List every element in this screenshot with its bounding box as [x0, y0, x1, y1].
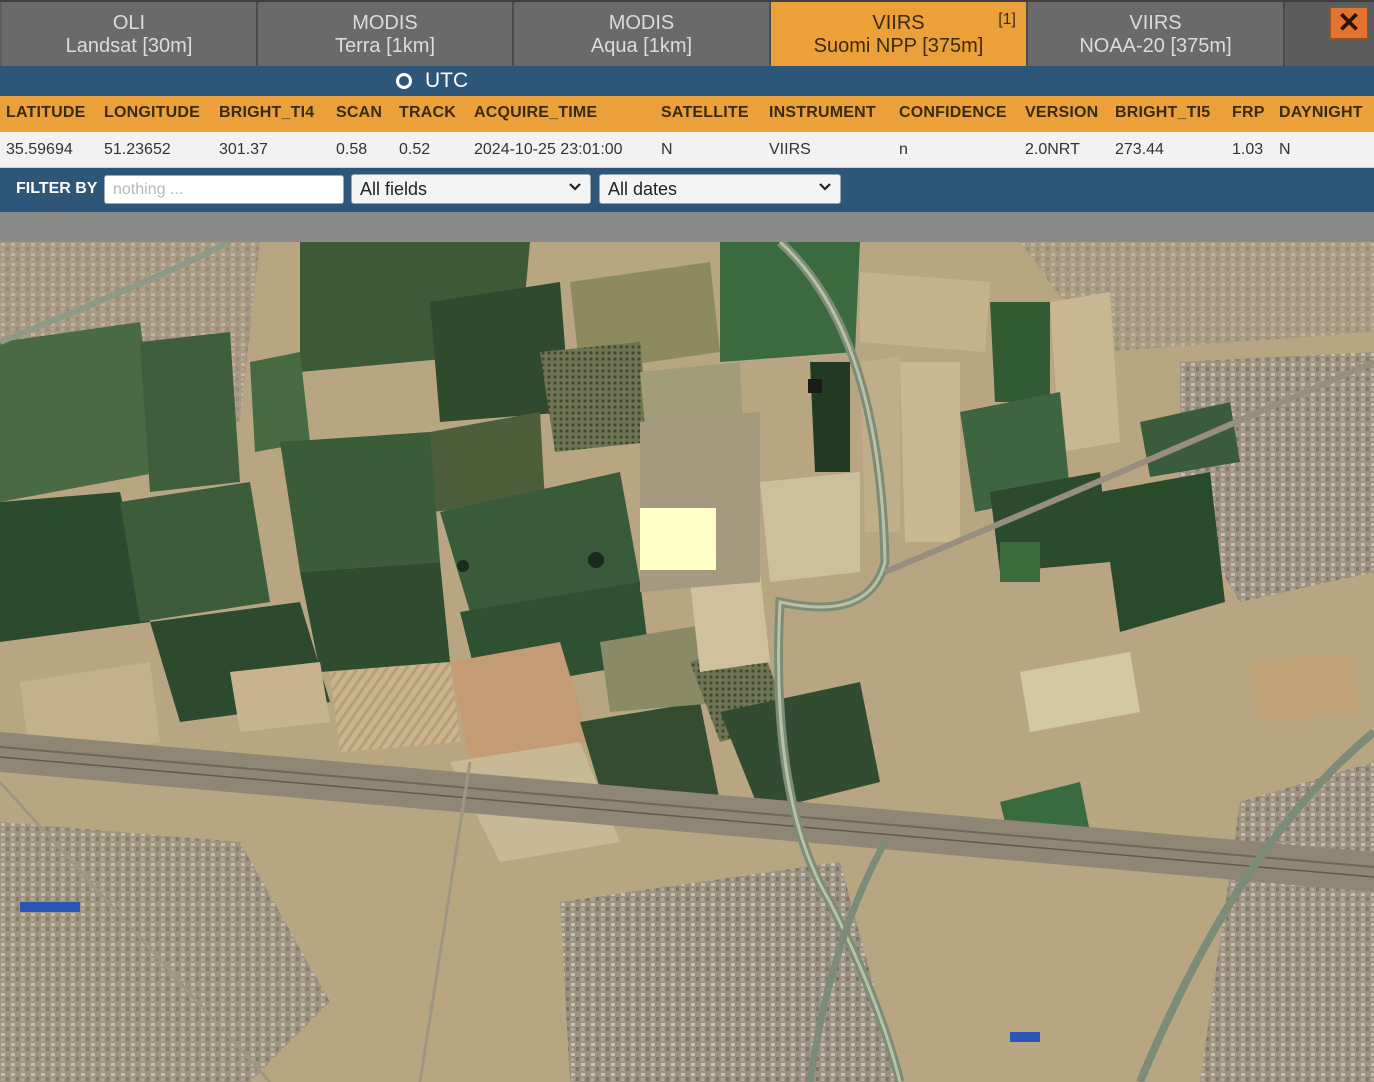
blue-roof-building [20, 902, 80, 912]
column-header-acquire-time[interactable]: ACQUIRE_TIME [474, 104, 597, 122]
result-count-badge: [1] [998, 11, 1016, 28]
tab-modis-aqua[interactable]: MODIS Aqua [1km] [514, 2, 771, 66]
cell-instrument: VIIRS [769, 141, 811, 158]
column-header-scan[interactable]: SCAN [336, 104, 382, 122]
tab-subtitle: NOAA-20 [375m] [1079, 35, 1232, 57]
cell-daynight: N [1279, 141, 1291, 158]
filter-by-label: FILTER BY [16, 180, 98, 197]
satellite-tab-bar: OLI Landsat [30m] MODIS Terra [1km] MODI… [0, 0, 1374, 66]
tab-title: VIIRS [1129, 12, 1182, 34]
cell-scan: 0.58 [336, 141, 368, 158]
fire-detection-marker[interactable] [640, 508, 716, 570]
cell-confidence: n [899, 141, 908, 158]
utc-label: UTC [425, 69, 469, 92]
date-select[interactable]: All dates [599, 174, 841, 204]
column-header-track[interactable]: TRACK [399, 104, 456, 122]
tab-subtitle: Landsat [30m] [65, 35, 193, 57]
cell-bright-ti4: 301.37 [219, 141, 268, 158]
satellite-map[interactable] [0, 242, 1374, 1082]
cell-latitude: 35.59694 [6, 141, 73, 158]
column-header-bright-ti4[interactable]: BRIGHT_TI4 [219, 104, 314, 122]
column-header-latitude[interactable]: LATITUDE [6, 104, 86, 122]
tab-subtitle: Terra [1km] [334, 35, 436, 57]
cell-acquire-time: 2024-10-25 23:01:00 [474, 141, 623, 158]
cell-longitude: 51.23652 [104, 141, 171, 158]
column-header-frp[interactable]: FRP [1232, 104, 1265, 122]
timezone-bar: UTC [0, 66, 1374, 96]
chevron-down-icon [819, 183, 831, 191]
column-header-daynight[interactable]: DAYNIGHT [1279, 104, 1363, 122]
tab-modis-terra[interactable]: MODIS Terra [1km] [258, 2, 514, 66]
satellite-imagery [0, 242, 1374, 1082]
cell-satellite: N [661, 141, 673, 158]
filter-bar: FILTER BY All fields All dates [0, 168, 1374, 212]
column-header-longitude[interactable]: LONGITUDE [104, 104, 200, 122]
tab-title: MODIS [608, 12, 675, 34]
tab-oli-landsat[interactable]: OLI Landsat [30m] [2, 2, 258, 66]
tab-title: OLI [112, 12, 146, 34]
tab-viirs-noaa-20[interactable]: VIIRS NOAA-20 [375m] [1028, 2, 1285, 66]
panel-divider [0, 212, 1374, 242]
tab-title: MODIS [352, 12, 418, 34]
chevron-down-icon [569, 183, 581, 191]
cell-frp: 1.03 [1232, 141, 1264, 158]
field-select[interactable]: All fields [351, 174, 591, 204]
close-button[interactable]: ✕ [1330, 7, 1368, 39]
results-table-header: LATITUDE LONGITUDE BRIGHT_TI4 SCAN TRACK… [0, 96, 1374, 132]
column-header-satellite[interactable]: SATELLITE [661, 104, 749, 122]
tab-subtitle: Suomi NPP [375m] [813, 35, 984, 57]
column-header-instrument[interactable]: INSTRUMENT [769, 104, 876, 122]
field-select-value: All fields [360, 179, 428, 199]
cell-bright-ti5: 273.44 [1115, 141, 1164, 158]
column-header-version[interactable]: VERSION [1025, 104, 1098, 122]
column-header-confidence[interactable]: CONFIDENCE [899, 104, 1007, 122]
tab-subtitle: Aqua [1km] [590, 35, 693, 57]
tab-viirs-suomi-npp[interactable]: VIIRS Suomi NPP [375m] [1] [771, 2, 1028, 66]
close-icon: ✕ [1337, 7, 1361, 38]
cell-version: 2.0NRT [1025, 141, 1080, 158]
utc-radio-button[interactable] [396, 73, 412, 89]
table-row[interactable]: 35.59694 51.23652 301.37 0.58 0.52 2024-… [0, 132, 1374, 168]
date-select-value: All dates [608, 179, 678, 199]
cell-track: 0.52 [399, 141, 431, 158]
filter-text-input[interactable] [104, 175, 344, 204]
tab-title: VIIRS [872, 12, 925, 34]
column-header-bright-ti5[interactable]: BRIGHT_TI5 [1115, 104, 1210, 122]
